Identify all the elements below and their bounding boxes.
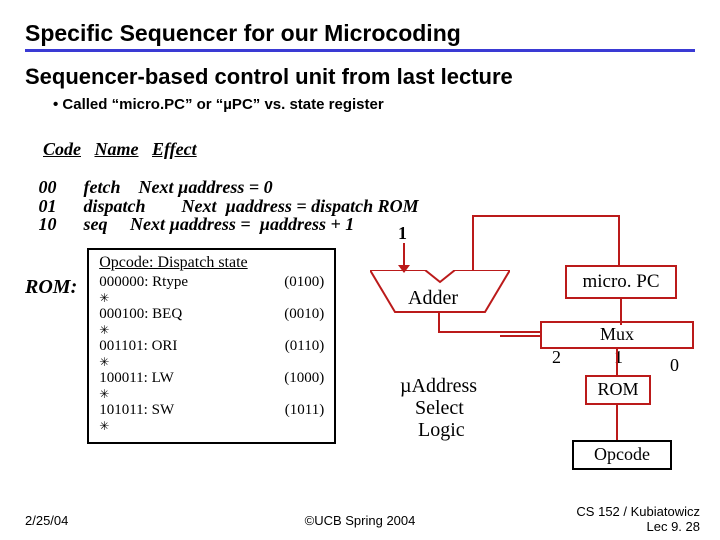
code-row-0-effect: Next µaddress = 0 [138,177,272,197]
diagram-line [403,243,405,267]
diagram-line [618,215,620,265]
code-row-0-code: 00 [39,177,57,197]
diagram-line [472,215,618,217]
code-hdr-effect: Effect [152,139,197,159]
diagram-one: 1 [398,223,407,244]
diagram-line [616,347,618,375]
rom-dots: ✳ [99,355,324,370]
diagram-logic-3: Logic [418,419,465,442]
rom-dots: ✳ [99,387,324,402]
rom-row-3-op: 100011: LW [99,370,174,387]
footer-date: 2/25/04 [25,513,68,528]
diagram-line [616,403,618,440]
diagram-logic-2: Select [415,397,464,420]
rom-row-4-op: 101011: SW [99,402,174,419]
footer-course: CS 152 / Kubiatowicz Lec 9. 28 [576,505,700,534]
diagram-line [472,215,474,271]
code-row-1-effect: Next µaddress = dispatch ROM [182,196,419,216]
slide-title: Specific Sequencer for our Microcoding [25,20,695,52]
rom-row-2-state: (0110) [285,338,324,355]
diagram-logic-1: µAddress [400,375,477,398]
rom-row-4-state: (1011) [285,402,324,419]
footer-right-1: CS 152 / Kubiatowicz [576,504,700,519]
code-row-1-name: dispatch [84,196,146,216]
code-row-2-effect: Next µaddress = µaddress + 1 [130,214,354,234]
rom-box: Opcode: Dispatch state 000000: Rtype (010… [87,248,336,444]
code-row-1-code: 01 [39,196,57,216]
code-row-0-name: fetch [84,177,121,197]
bullet-line: Called “micro.PC” or “µPC” vs. state reg… [53,96,695,113]
rom-row-2-op: 001101: ORI [99,338,177,355]
rom-label: ROM: [25,276,77,299]
diagram-adder-label: Adder [408,287,458,310]
rom-header: Opcode: Dispatch state [99,254,324,272]
diagram-mux-0: 0 [670,355,679,376]
rom-dots: ✳ [99,291,324,306]
rom-row-0-op: 000000: Rtype [99,274,188,291]
rom-row-1-state: (0010) [284,306,324,323]
diagram-line [500,335,540,337]
diagram-opcode-box: Opcode [572,440,672,470]
slide-subtitle: Sequencer-based control unit from last l… [25,64,695,90]
code-hdr-name: Name [95,139,139,159]
diagram-micropc-box: micro. PC [565,265,677,299]
code-row-2-code: 10 [39,214,57,234]
diagram-rom-box: ROM [585,375,651,405]
diagram-mux-2: 2 [552,347,561,368]
footer-right-2: Lec 9. 28 [647,519,701,534]
diagram-line [438,313,440,333]
diagram: 1 Adder micro. PC Mux 2 1 0 ROM Opcode µ… [360,215,700,505]
code-row-2-name: seq [84,214,108,234]
rom-row-3-state: (1000) [284,370,324,387]
footer-copyright: ©UCB Spring 2004 [305,513,416,528]
rom-dots: ✳ [99,419,324,434]
diagram-line [438,331,542,333]
rom-dots: ✳ [99,323,324,338]
code-hdr-code: Code [43,139,81,159]
rom-row-1-op: 000100: BEQ [99,306,182,323]
diagram-mux-box: Mux [540,321,694,349]
rom-row-0-state: (0100) [284,274,324,291]
